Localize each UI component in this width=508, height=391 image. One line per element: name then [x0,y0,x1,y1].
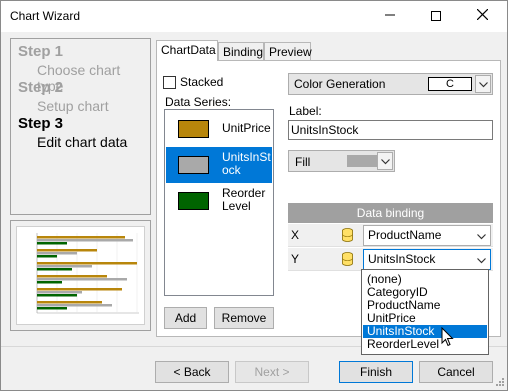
tab-binding[interactable]: Binding [218,42,264,60]
title-bar: Chart Wizard [1,1,507,32]
color-generation-label: Color Generation [294,77,386,91]
tab-chartdata[interactable]: ChartData [156,40,218,61]
y-binding-combo[interactable]: UnitsInStock [363,249,491,270]
maximize-icon [431,10,441,21]
cancel-button[interactable]: Cancel [419,361,493,383]
list-item-series-unitsinstock[interactable]: UnitsInStock [166,147,272,183]
stacked-label: Stacked [180,75,224,89]
chart-wizard-window: Chart Wizard Step 1 Choose chart type St… [0,0,508,391]
x-binding-value: ProductName [368,228,442,242]
chart-preview-thumbnail [16,226,145,325]
binding-row-x: X ProductName [288,224,493,247]
x-binding-dropdown-arrow[interactable] [473,227,489,245]
chevron-down-icon [381,159,390,165]
axis-label-y: Y [291,252,300,266]
data-series-list: UnitPrice UnitsInStock ReorderLevel [164,109,274,296]
resize-grip-icon[interactable] [493,377,505,389]
step-3-title: Step 3 [18,115,64,132]
series-label: UnitsInStock [222,150,271,177]
color-generation-dropdown-arrow[interactable] [475,75,491,93]
minimize-button[interactable] [367,1,413,31]
mouse-cursor-icon [441,327,454,347]
back-button[interactable]: < Back [155,361,229,383]
chevron-down-icon [477,258,486,264]
step-3-subtitle: Edit chart data [37,134,128,150]
next-button[interactable]: Next > [235,361,309,383]
chart-thumbnail-graphic [36,233,139,314]
x-binding-combo[interactable]: ProductName [363,225,491,246]
color-generation-combo[interactable]: Color Generation C [288,73,493,95]
data-binding-header: Data binding [288,203,493,223]
database-icon [342,228,353,242]
close-button[interactable] [459,1,505,31]
stacked-checkbox[interactable] [163,76,176,89]
series-label: ReorderLevel [222,186,266,213]
chart-preview-panel [10,220,151,331]
remove-series-button[interactable]: Remove [214,307,274,329]
fill-label: Fill [295,155,311,169]
minimize-icon [385,14,395,16]
fill-dropdown-arrow[interactable] [377,152,393,170]
list-item-series-unitprice[interactable]: UnitPrice [166,111,272,147]
step-2-subtitle: Setup chart [37,98,109,114]
add-series-button[interactable]: Add [164,307,207,329]
close-icon [476,8,488,21]
series-color-swatch [178,120,209,138]
tab-preview[interactable]: Preview [264,42,312,60]
series-label-input[interactable]: UnitsInStock [288,120,493,140]
data-series-label: Data Series: [165,95,232,109]
step-2-title: Step 2 [18,79,64,96]
window-title: Chart Wizard [10,9,81,23]
y-binding-value: UnitsInStock [368,252,436,266]
y-binding-dropdown-arrow[interactable] [473,251,489,269]
series-color-swatch [178,192,209,210]
fill-color-swatch [347,155,377,167]
chevron-down-icon [477,234,486,240]
color-generation-value: C [428,77,472,91]
steps-panel: Step 1 Choose chart type Step 2 Setup ch… [10,38,151,215]
series-label: UnitPrice [222,121,271,135]
database-icon [342,252,353,266]
chevron-down-icon [479,82,488,88]
dropdown-option-reorderlevel[interactable]: ReorderLevel [363,338,487,351]
maximize-button[interactable] [413,1,459,31]
finish-button[interactable]: Finish [339,361,413,383]
binding-row-y: Y UnitsInStock [288,248,493,271]
y-binding-dropdown-list: (none) CategoryID ProductName UnitPrice … [361,269,489,355]
list-item-series-reorderlevel[interactable]: ReorderLevel [166,183,272,219]
series-color-swatch [178,156,209,174]
fill-combo[interactable]: Fill [288,150,395,172]
axis-label-x: X [291,228,300,242]
step-1-title: Step 1 [18,43,64,60]
series-label-caption: Label: [289,104,322,118]
